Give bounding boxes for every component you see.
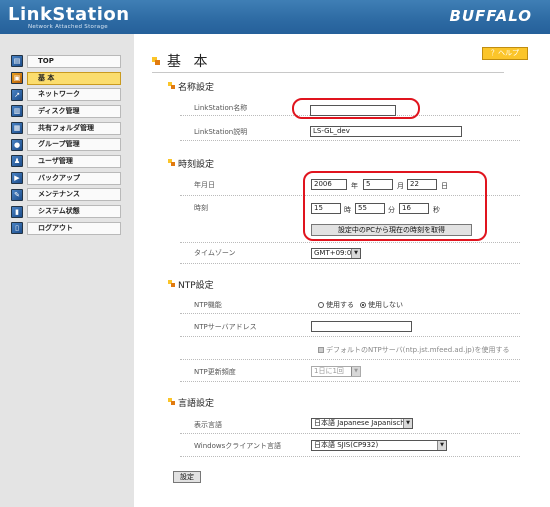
bullet-icon bbox=[168, 280, 175, 287]
highlight-box-name bbox=[292, 98, 420, 119]
sidebar-item-logout[interactable]: ▯ ログアウト bbox=[11, 220, 121, 237]
section-title-ntp: NTP設定 bbox=[178, 281, 214, 291]
display-language-label: 表示言語 bbox=[194, 421, 222, 429]
row-divider bbox=[180, 140, 520, 141]
ntp-nouse-radio[interactable]: 使用しない bbox=[360, 300, 403, 310]
default-ntp-checkbox[interactable]: デフォルトのNTPサーバ(ntp.jst.mfeed.ad.jp)を使用する bbox=[318, 345, 509, 355]
ntp-frequency-label: NTP更新頻度 bbox=[194, 368, 236, 376]
radio-off-icon bbox=[318, 302, 324, 308]
linkstation-description-input[interactable]: LS-GL_dev bbox=[310, 126, 462, 137]
sidebar-item-user[interactable]: ♟ ユーザ管理 bbox=[11, 153, 121, 170]
sidebar-nav: ▤ TOP ▣ 基 本 ↗ ネットワーク ▥ ディスク管理 ▦ 共有フォルダ管理… bbox=[11, 53, 121, 237]
highlight-box-time bbox=[303, 171, 487, 241]
timezone-value: GMT+09:00 bbox=[314, 249, 356, 257]
chevron-down-icon: ▼ bbox=[403, 419, 412, 428]
sidebar-item-top[interactable]: ▤ TOP bbox=[11, 53, 121, 70]
sidebar-item-status[interactable]: ▮ システム状態 bbox=[11, 203, 121, 220]
ntp-server-label: NTPサーバアドレス bbox=[194, 323, 257, 331]
sidebar: ▤ TOP ▣ 基 本 ↗ ネットワーク ▥ ディスク管理 ▦ 共有フォルダ管理… bbox=[0, 34, 134, 507]
row-divider bbox=[180, 336, 520, 337]
row-divider bbox=[180, 381, 520, 382]
sidebar-item-label: ユーザ管理 bbox=[27, 154, 121, 168]
chevron-down-icon: ▼ bbox=[437, 441, 446, 450]
sidebar-item-label: ログアウト bbox=[27, 221, 121, 235]
network-icon: ↗ bbox=[11, 88, 23, 101]
bullet-icon bbox=[168, 82, 175, 89]
sidebar-item-label: ディスク管理 bbox=[27, 104, 121, 118]
sidebar-item-label: ネットワーク bbox=[27, 88, 121, 102]
sidebar-item-label: TOP bbox=[27, 54, 121, 68]
page-title: 基 本 bbox=[167, 54, 212, 70]
ntp-frequency-select[interactable]: 1日に1回 ▼ bbox=[311, 366, 361, 377]
status-icon: ▮ bbox=[11, 205, 23, 218]
row-divider bbox=[180, 242, 520, 243]
date-label: 年月日 bbox=[194, 181, 215, 189]
ntp-frequency-value: 1日に1回 bbox=[314, 367, 344, 375]
group-icon: ● bbox=[11, 138, 23, 151]
sidebar-item-label: 基 本 bbox=[27, 71, 121, 85]
display-language-select[interactable]: 日本語 Japanese Japanisch ▼ bbox=[311, 418, 413, 429]
user-icon: ♟ bbox=[11, 155, 23, 168]
bullet-icon bbox=[152, 57, 160, 65]
folder-icon: ▦ bbox=[11, 122, 23, 135]
row-divider bbox=[180, 263, 520, 264]
name-label: LinkStation名称 bbox=[194, 104, 248, 112]
submit-button[interactable]: 設定 bbox=[173, 471, 201, 483]
app-logo: LinkStation bbox=[8, 4, 130, 25]
radio-on-icon bbox=[360, 302, 366, 308]
sidebar-item-label: 共有フォルダ管理 bbox=[27, 121, 121, 135]
maintenance-icon: ✎ bbox=[11, 188, 23, 201]
client-language-label: Windowsクライアント言語 bbox=[194, 442, 281, 450]
logout-icon: ▯ bbox=[11, 222, 23, 235]
bullet-icon bbox=[168, 398, 175, 405]
section-title-name: 名称設定 bbox=[178, 83, 215, 93]
row-divider bbox=[180, 456, 520, 457]
sidebar-item-network[interactable]: ↗ ネットワーク bbox=[11, 86, 121, 103]
brand-logo: BUFFALO bbox=[449, 7, 532, 25]
sidebar-item-label: システム状態 bbox=[27, 205, 121, 219]
sidebar-item-basic[interactable]: ▣ 基 本 bbox=[11, 70, 121, 87]
disk-icon: ▥ bbox=[11, 105, 23, 118]
ntp-use-label: 使用する bbox=[326, 301, 354, 309]
description-label: LinkStation説明 bbox=[194, 128, 248, 136]
help-button[interactable]: ？ヘルプ bbox=[482, 47, 528, 60]
row-divider bbox=[180, 433, 520, 434]
chevron-down-icon: ▼ bbox=[351, 249, 360, 258]
ntp-nouse-label: 使用しない bbox=[368, 301, 403, 309]
checkbox-icon bbox=[318, 347, 324, 353]
sidebar-item-label: グループ管理 bbox=[27, 138, 121, 152]
sidebar-item-folder[interactable]: ▦ 共有フォルダ管理 bbox=[11, 120, 121, 137]
timezone-select[interactable]: GMT+09:00 ▼ bbox=[311, 248, 361, 259]
ntp-enable-label: NTP機能 bbox=[194, 301, 222, 309]
sidebar-item-group[interactable]: ● グループ管理 bbox=[11, 136, 121, 153]
display-language-value: 日本語 Japanese Japanisch bbox=[314, 419, 405, 427]
sidebar-item-maintenance[interactable]: ✎ メンテナンス bbox=[11, 187, 121, 204]
section-title-language: 言語設定 bbox=[178, 399, 215, 409]
client-language-select[interactable]: 日本語 SJIS(CP932) ▼ bbox=[311, 440, 447, 451]
row-divider bbox=[180, 313, 520, 314]
basic-icon: ▣ bbox=[11, 72, 23, 85]
app-header: LinkStation Network Attached Storage BUF… bbox=[0, 0, 550, 34]
ntp-server-input[interactable] bbox=[311, 321, 412, 332]
ntp-use-radio[interactable]: 使用する bbox=[318, 300, 354, 310]
page-header: 基 本 bbox=[152, 51, 504, 73]
chevron-down-icon: ▼ bbox=[351, 367, 360, 376]
time-label: 時刻 bbox=[194, 204, 208, 212]
section-title-time: 時刻設定 bbox=[178, 160, 215, 170]
home-icon: ▤ bbox=[11, 55, 23, 68]
backup-icon: ▶ bbox=[11, 172, 23, 185]
sidebar-item-backup[interactable]: ▶ バックアップ bbox=[11, 170, 121, 187]
row-divider bbox=[180, 359, 520, 360]
sidebar-item-label: バックアップ bbox=[27, 171, 121, 185]
default-ntp-label: デフォルトのNTPサーバ(ntp.jst.mfeed.ad.jp)を使用する bbox=[326, 346, 510, 354]
timezone-label: タイムゾーン bbox=[194, 249, 236, 257]
sidebar-item-disk[interactable]: ▥ ディスク管理 bbox=[11, 103, 121, 120]
app-tagline: Network Attached Storage bbox=[28, 24, 108, 30]
client-language-value: 日本語 SJIS(CP932) bbox=[314, 441, 379, 449]
bullet-icon bbox=[168, 159, 175, 166]
sidebar-item-label: メンテナンス bbox=[27, 188, 121, 202]
